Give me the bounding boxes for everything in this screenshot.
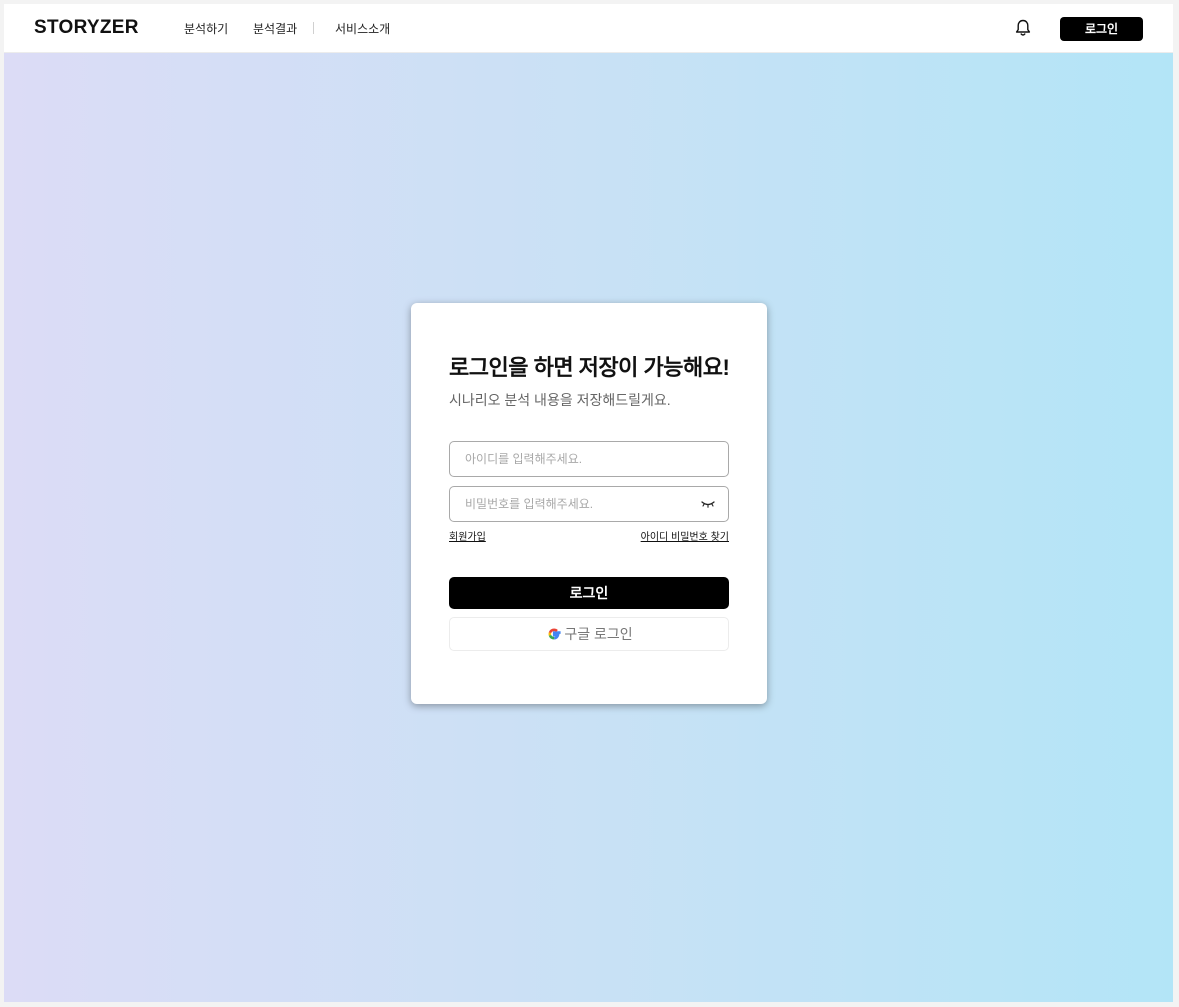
find-account-link[interactable]: 아이디 비밀번호 찾기 bbox=[641, 531, 729, 544]
nav-divider bbox=[313, 22, 314, 34]
header-login-button[interactable]: 로그인 bbox=[1060, 17, 1143, 41]
eye-closed-icon[interactable] bbox=[700, 499, 716, 509]
nav-item-service-intro[interactable]: 서비스소개 bbox=[335, 21, 390, 37]
top-navigation-bar: STORYZER 분석하기 분석결과 서비스소개 로그인 bbox=[4, 4, 1173, 53]
nav-item-results[interactable]: 분석결과 bbox=[253, 21, 297, 37]
login-button[interactable]: 로그인 bbox=[449, 577, 729, 609]
id-input[interactable] bbox=[450, 442, 728, 476]
bell-icon[interactable] bbox=[1013, 18, 1033, 38]
app-window: STORYZER 분석하기 분석결과 서비스소개 로그인 로그인을 하면 저장이… bbox=[4, 4, 1173, 1002]
id-field bbox=[449, 441, 729, 477]
google-login-label: 구글 로그인 bbox=[564, 626, 633, 642]
login-card: 로그인을 하면 저장이 가능해요! 시나리오 분석 내용을 저장해드릴게요. 회… bbox=[411, 303, 767, 704]
signup-link[interactable]: 회원가입 bbox=[449, 531, 486, 544]
password-input[interactable] bbox=[450, 487, 728, 521]
google-icon bbox=[548, 628, 561, 640]
main-background: 로그인을 하면 저장이 가능해요! 시나리오 분석 내용을 저장해드릴게요. 회… bbox=[4, 53, 1173, 1002]
google-login-content: 구글 로그인 bbox=[545, 618, 633, 650]
google-login-button[interactable]: 구글 로그인 bbox=[449, 617, 729, 651]
password-field bbox=[449, 486, 729, 522]
login-title: 로그인을 하면 저장이 가능해요! bbox=[449, 355, 730, 380]
nav-item-analyze[interactable]: 분석하기 bbox=[184, 21, 228, 37]
login-subtitle: 시나리오 분석 내용을 저장해드릴게요. bbox=[449, 392, 671, 408]
logo[interactable]: STORYZER bbox=[34, 17, 139, 39]
